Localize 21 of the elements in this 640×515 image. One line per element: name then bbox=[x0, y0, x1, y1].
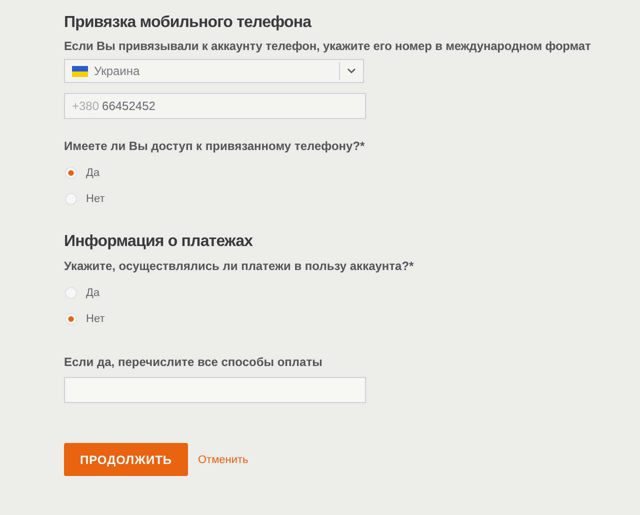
phone-prefix: +380 bbox=[72, 99, 100, 113]
flag-icon bbox=[72, 66, 88, 76]
radio-label: Нет bbox=[86, 312, 105, 324]
radio-label: Да bbox=[86, 286, 100, 298]
question-label: Укажите, осуществлялись ли платежи в пользу аккаунта?* bbox=[64, 259, 415, 273]
radio-button[interactable] bbox=[65, 166, 77, 178]
section-title: Привязка мобильного телефона bbox=[64, 14, 312, 32]
phone-number: 66452452 bbox=[102, 99, 156, 113]
input-field[interactable] bbox=[64, 377, 366, 403]
radio-button[interactable] bbox=[65, 312, 77, 324]
radio-label: Да bbox=[86, 166, 100, 178]
cancel-link[interactable]: Отменить bbox=[198, 454, 248, 466]
question-label: Имеете ли Вы доступ к привязанному телефону?* bbox=[64, 139, 366, 153]
country-select[interactable]: Украина bbox=[64, 59, 364, 83]
radio-label: Нет bbox=[86, 192, 105, 204]
chevron-down-icon bbox=[347, 68, 356, 74]
phone-field[interactable]: +380 66452452 bbox=[64, 93, 366, 119]
section-title: Информация о платежах bbox=[64, 233, 253, 251]
continue-button[interactable]: ПРОДОЛЖИТЬ bbox=[64, 443, 188, 476]
hint-text: Если Вы привязывали к аккаунту телефон, укажите его номер в международном формат bbox=[64, 39, 592, 53]
field-label: Если да, перечислите все способы оплаты bbox=[64, 355, 324, 369]
